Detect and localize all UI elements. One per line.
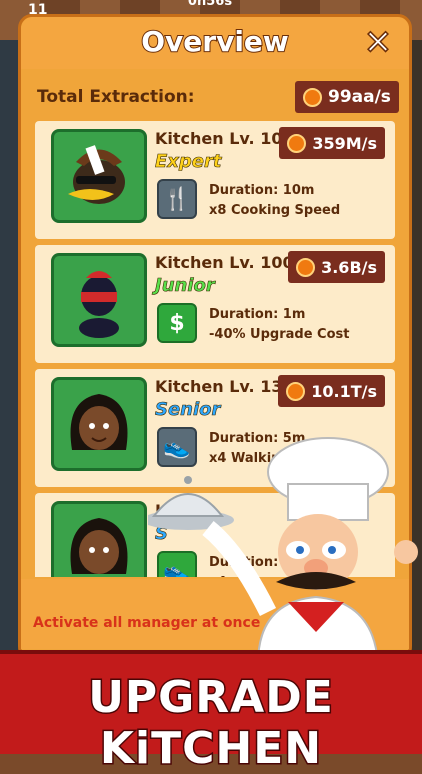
fork-knife-icon[interactable]: 🍴 xyxy=(157,179,197,219)
close-button[interactable]: ✕ xyxy=(361,25,395,61)
manager-title: Kitchen Lv. 100 xyxy=(155,129,294,148)
total-extraction-label: Total Extraction: xyxy=(37,87,195,107)
manager-rate: 10.1T/s xyxy=(311,381,377,401)
total-rate-box: 99aa/s xyxy=(295,81,399,113)
manager-rate: 359M/s xyxy=(312,133,377,153)
coin-icon xyxy=(296,257,316,277)
manager-title: Kitchen Lv. 135 xyxy=(155,377,294,396)
skill-effect: x8 Cooking Speed xyxy=(209,203,341,218)
promo-banner: UPGRADE KiTCHEN xyxy=(0,650,422,774)
skill-description: Duration: 10m x8 Cooking Speed xyxy=(209,181,340,221)
manager-rank: Senior xyxy=(155,399,221,421)
panel-title: Overview xyxy=(140,24,290,59)
manager-avatar xyxy=(51,501,147,577)
left-edge xyxy=(0,40,20,650)
skill-effect: -40% Upgrade Cost xyxy=(209,327,350,342)
manager-card[interactable]: Kitchen Lv. 100 Expert 🍴 Duration: 10m x… xyxy=(35,121,395,239)
skill-duration: Duration: 1m xyxy=(209,307,306,322)
manager-avatar xyxy=(51,129,147,223)
manager-avatar xyxy=(51,253,147,347)
manager-rate-box: 10.1T/s xyxy=(278,375,385,407)
manager-avatar xyxy=(51,377,147,471)
total-extraction-row: Total Extraction: 99aa/s xyxy=(31,79,399,115)
coin-icon xyxy=(286,381,306,401)
manager-rate-box: 3.6B/s xyxy=(288,251,385,283)
manager-card[interactable]: Kitchen Lv. 100 Junior $ Duration: 1m -4… xyxy=(35,245,395,363)
manager-rank: Junior xyxy=(155,275,215,297)
coin-icon xyxy=(303,87,322,107)
skill-description: Duration: 1m -40% Upgrade Cost xyxy=(209,305,349,345)
chef-mascot xyxy=(148,437,418,664)
manager-rank: Expert xyxy=(155,151,222,173)
close-icon: ✕ xyxy=(363,23,393,63)
top-timer: 0h56s xyxy=(187,0,233,9)
total-rate-value: 99aa/s xyxy=(328,87,391,107)
manager-rate-box: 359M/s xyxy=(279,127,385,159)
manager-rate: 3.6B/s xyxy=(321,257,377,277)
banner-text: UPGRADE KiTCHEN xyxy=(87,671,335,774)
dollar-icon[interactable]: $ xyxy=(157,303,197,343)
skill-duration: Duration: 10m xyxy=(209,183,315,198)
manager-title: Kitchen Lv. 100 xyxy=(155,253,294,272)
coin-icon xyxy=(287,133,307,153)
